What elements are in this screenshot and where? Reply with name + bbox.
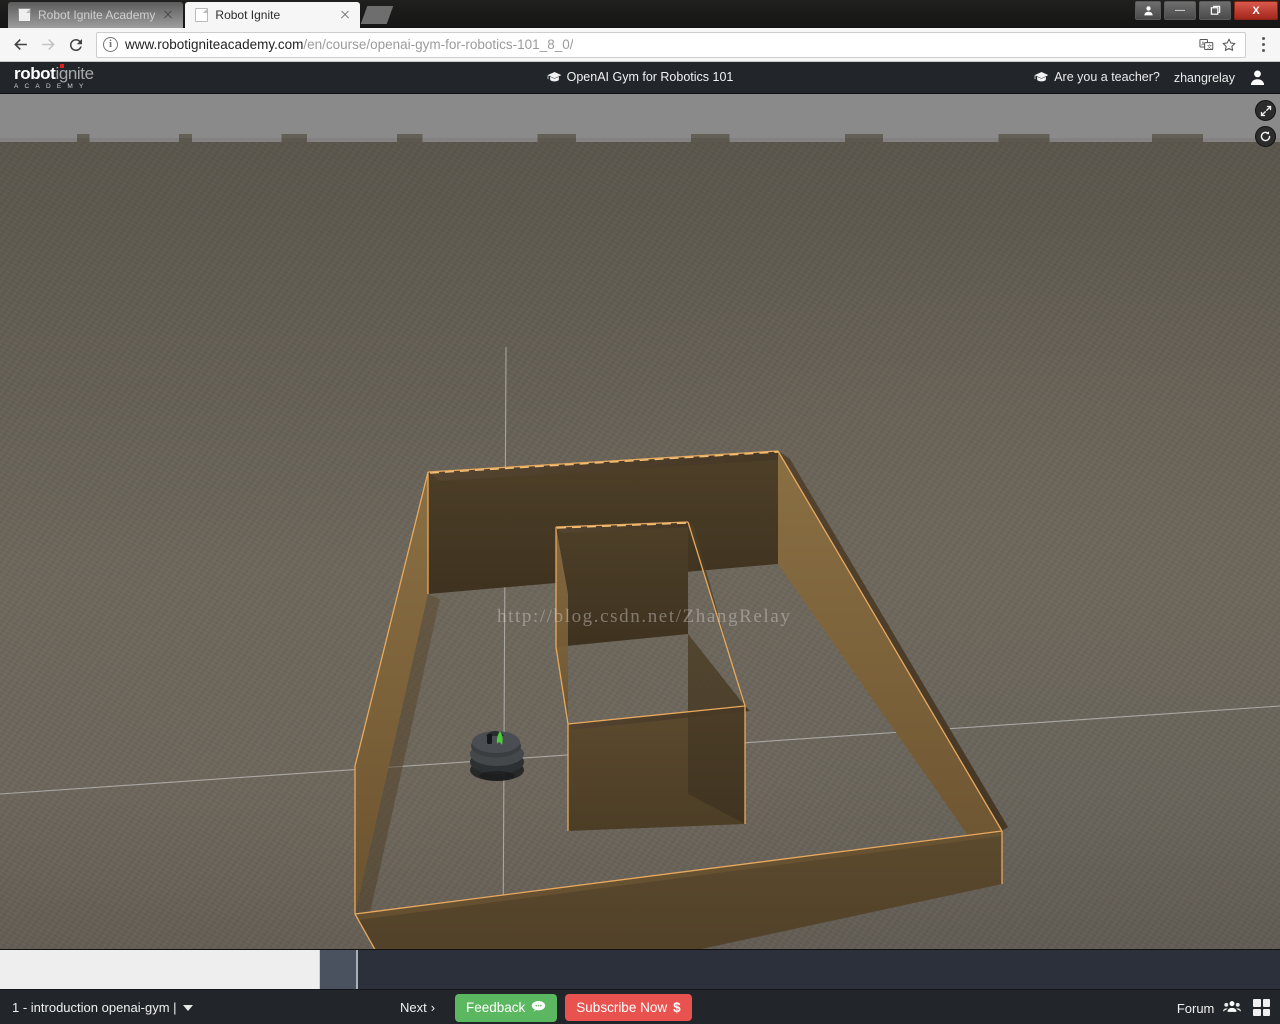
browser-window: Robot Ignite Academy Robot Ignite — X i … [0,0,1280,1024]
reset-icon[interactable] [1255,126,1276,147]
teacher-link-text: Are you a teacher? [1054,69,1160,84]
graduation-cap-icon [547,71,562,86]
logo-wordmark: robotignite [14,63,94,83]
graduation-cap-icon [1034,71,1049,86]
logo-red-dot [59,63,64,68]
feedback-label: Feedback [466,1000,526,1015]
url-text: www.robotigniteacademy.com/en/course/ope… [125,37,573,52]
next-label: Next [400,1000,427,1015]
chevron-right-icon: › [430,1000,436,1015]
forum-link[interactable]: Forum [1177,1000,1241,1016]
course-title-text: OpenAI Gym for Robotics 101 [566,69,734,84]
logo-subtitle: ACADEMY [14,82,90,90]
speech-bubble-icon [531,1000,546,1016]
maze-walls [355,451,1008,949]
browser-tab-2[interactable]: Robot Ignite [185,2,361,28]
tab-close-icon[interactable] [161,8,175,22]
ide-editor-panel[interactable] [0,950,320,989]
omnibox-icons: A文 [1187,35,1239,55]
gazebo-simulation-view[interactable]: http://blog.csdn.net/ZhangRelay [0,94,1280,949]
new-tab-button[interactable] [361,6,394,24]
footer-action-buttons: Feedback Subscribe Now $ [455,993,692,1022]
fullscreen-icon[interactable] [1255,100,1276,121]
minimize-button[interactable]: — [1164,1,1196,20]
close-button[interactable]: X [1234,1,1278,20]
tab-close-icon[interactable] [338,8,352,22]
forward-arrow-icon[interactable] [34,31,62,59]
maximize-button[interactable] [1199,1,1231,20]
subscribe-label: Subscribe Now [576,1000,668,1015]
site-info-icon[interactable]: i [103,37,118,52]
course-footer: 1 - introduction openai-gym | Next › Fee… [0,989,1280,1024]
teacher-link[interactable]: Are you a teacher? [1034,70,1160,86]
reload-icon[interactable] [62,31,90,59]
address-bar[interactable]: i www.robotigniteacademy.com/en/course/o… [96,31,1246,58]
window-controls: — X [1132,1,1278,20]
star-icon[interactable] [1219,35,1239,55]
browser-tab-1[interactable]: Robot Ignite Academy [8,2,184,28]
ide-sidebar-panel[interactable] [320,950,358,989]
translate-icon[interactable]: A文 [1196,35,1216,55]
chevron-down-icon[interactable] [182,1004,193,1011]
simulation-tools [1255,100,1276,147]
dollar-symbol: $ [673,1000,681,1015]
footer-right-group: Forum [1177,999,1280,1016]
username-label[interactable]: zhangrelay [1174,71,1235,85]
people-group-icon [1223,1000,1241,1016]
grid-layout-icon[interactable] [1253,999,1270,1016]
back-arrow-icon[interactable] [6,31,34,59]
next-button[interactable]: Next › [400,1000,435,1015]
lesson-label: 1 - introduction openai-gym | [12,1000,177,1015]
tab-title: Robot Ignite Academy [38,8,156,22]
subscribe-button[interactable]: Subscribe Now $ [565,994,692,1021]
tab-favicon [195,8,209,22]
scene-geometry [0,346,1280,949]
site-logo[interactable]: robotignite ACADEMY [14,63,94,91]
ide-console-strip[interactable] [0,949,1280,989]
header-right-group: Are you a teacher? zhangrelay [1034,69,1280,86]
lesson-selector[interactable]: 1 - introduction openai-gym | [0,1000,193,1015]
three-dot-menu-icon[interactable] [1252,32,1274,58]
url-path: /en/course/openai-gym-for-robotics-101_8… [303,37,574,52]
turtlebot-robot [470,731,524,781]
tab-favicon [18,8,31,22]
feedback-button[interactable]: Feedback [455,993,558,1022]
browser-titlebar: Robot Ignite Academy Robot Ignite — X [0,0,1280,28]
tab-title: Robot Ignite [215,8,281,22]
logo-primary: robot [14,63,56,83]
site-header: robotignite ACADEMY OpenAI Gym for Robot… [0,62,1280,94]
ide-terminal-panel[interactable] [358,950,1280,989]
forum-label: Forum [1176,1000,1215,1016]
browser-toolbar: i www.robotigniteacademy.com/en/course/o… [0,28,1280,62]
svg-text:文: 文 [1206,43,1211,50]
url-host: www.robotigniteacademy.com [125,37,304,52]
user-avatar-icon[interactable] [1249,69,1266,86]
grid-lines [0,346,1280,949]
profile-button[interactable] [1135,1,1161,20]
